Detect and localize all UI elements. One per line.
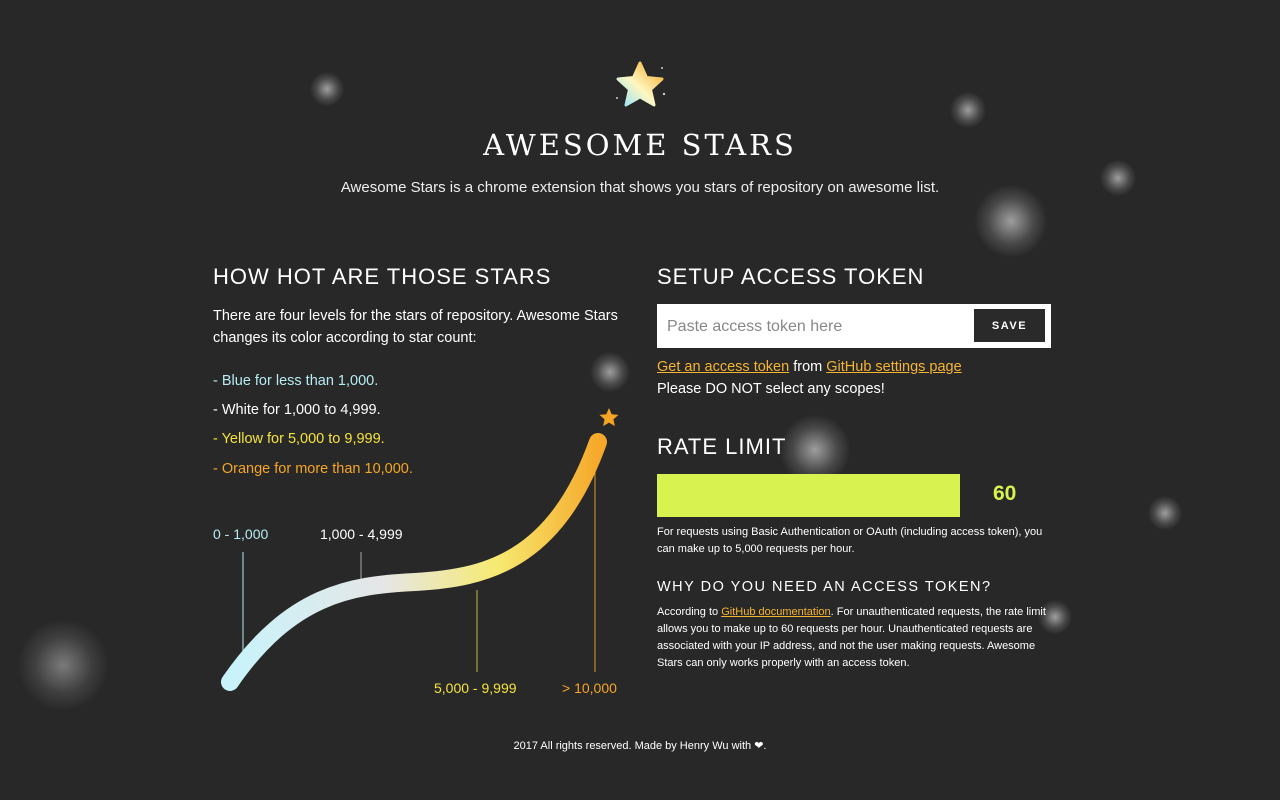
footer-end: . [763,740,767,752]
star-logo-icon [616,61,666,107]
from-text: from [789,359,827,375]
background-glow [310,72,344,106]
footer-text: 2017 All rights reserved. Made by Henry … [513,740,752,752]
heat-curve-line [221,433,607,691]
token-form: SAVE [657,304,1051,348]
why-text: According to GitHub documentation. For u… [657,604,1057,672]
scope-warning: Please DO NOT select any scopes! [657,381,885,397]
background-glow [950,92,986,128]
access-token-input[interactable] [665,312,969,342]
curve-label-white: 1,000 - 4,999 [320,526,403,542]
background-glow [1148,496,1182,530]
rate-note: For requests using Basic Authentication … [657,526,1043,555]
heat-curve [221,408,619,691]
footer: 2017 All rights reserved. Made by Henry … [0,739,1280,752]
token-heading: SETUP ACCESS TOKEN [657,264,925,289]
page-subtitle: Awesome Stars is a chrome extension that… [340,179,940,196]
rate-limit-bar [657,474,960,517]
curve-label-yellow: 5,000 - 9,999 [434,680,517,696]
github-settings-link[interactable]: GitHub settings page [826,359,961,375]
background-glow [18,620,108,710]
page-title: AWESOME STARS [483,128,797,162]
github-docs-link[interactable]: GitHub documentation [721,606,830,618]
star-icon [599,408,619,427]
level-blue: - Blue for less than 1,000. [213,373,379,389]
rate-heading: RATE LIMIT [657,434,787,459]
hot-intro: There are four levels for the stars of r… [213,308,618,346]
background-glow [590,352,630,392]
hot-heading: HOW HOT ARE THOSE STARS [213,264,552,289]
why-heading: WHY DO YOU NEED AN ACCESS TOKEN? [657,579,992,595]
token-info: Get an access token from GitHub settings… [657,356,962,400]
why-prefix: According to [657,606,722,618]
get-token-link[interactable]: Get an access token [657,359,789,375]
rate-limit-value: 60 [993,482,1017,505]
curve-label-orange: > 10,000 [562,680,617,696]
curve-label-blue: 0 - 1,000 [213,526,269,542]
save-button[interactable]: SAVE [974,309,1045,342]
